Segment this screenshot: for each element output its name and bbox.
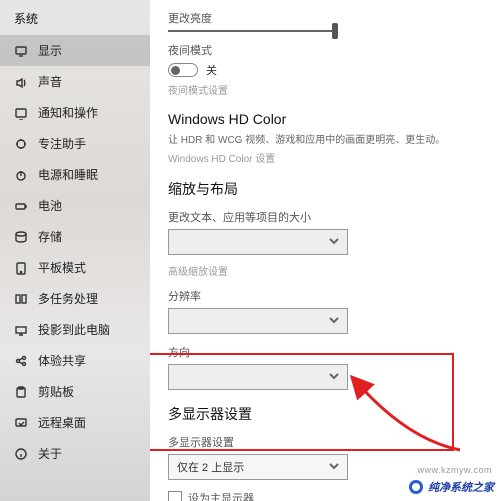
advanced-scale-link[interactable]: 高级缩放设置 xyxy=(168,263,482,278)
hd-color-desc: 让 HDR 和 WCG 视频、游戏和应用中的画面更明亮、更生动。 xyxy=(168,133,482,148)
notification-icon xyxy=(14,106,28,120)
sound-icon xyxy=(14,75,28,89)
settings-content: 更改亮度 夜间模式 关 夜间模式设置 Windows HD Color 让 HD… xyxy=(150,0,500,501)
resolution-dropdown[interactable] xyxy=(168,308,348,334)
multitask-icon xyxy=(14,292,28,306)
night-mode-toggle[interactable] xyxy=(168,63,198,77)
watermark-logo-icon xyxy=(408,479,424,495)
chevron-down-icon xyxy=(329,371,339,384)
sidebar-item-label: 电源和睡眠 xyxy=(38,166,98,183)
sidebar-item-battery[interactable]: 电池 xyxy=(0,190,150,221)
night-mode-state: 关 xyxy=(206,62,217,78)
about-icon xyxy=(14,447,28,461)
watermark-url: www.kzmyw.com xyxy=(417,465,492,475)
hd-color-settings-link[interactable]: Windows HD Color 设置 xyxy=(168,150,482,165)
display-icon xyxy=(14,44,28,58)
sidebar-item-label: 投影到此电脑 xyxy=(38,321,110,338)
sidebar-item-remote[interactable]: 远程桌面 xyxy=(0,407,150,438)
multi-display-sub: 多显示器设置 xyxy=(168,434,482,450)
brightness-label: 更改亮度 xyxy=(168,10,482,26)
sidebar-item-label: 平板模式 xyxy=(38,259,86,276)
chevron-down-icon xyxy=(329,315,339,328)
sidebar-item-label: 显示 xyxy=(38,42,62,59)
night-mode-settings-link[interactable]: 夜间模式设置 xyxy=(168,82,482,97)
sidebar-item-label: 剪贴板 xyxy=(38,383,74,400)
sidebar-item-label: 声音 xyxy=(38,73,62,90)
orientation-label: 方向 xyxy=(168,344,482,360)
focus-icon xyxy=(14,137,28,151)
chevron-down-icon xyxy=(329,236,339,249)
sidebar-item-clipboard[interactable]: 剪贴板 xyxy=(0,376,150,407)
settings-sidebar: 系统 显示声音通知和操作专注助手电源和睡眠电池存储平板模式多任务处理投影到此电脑… xyxy=(0,0,150,501)
scale-layout-title: 缩放与布局 xyxy=(168,179,482,199)
sidebar-category-title: 系统 xyxy=(0,4,150,35)
sidebar-item-focus[interactable]: 专注助手 xyxy=(0,128,150,159)
sidebar-item-power[interactable]: 电源和睡眠 xyxy=(0,159,150,190)
storage-icon xyxy=(14,230,28,244)
sidebar-item-tablet[interactable]: 平板模式 xyxy=(0,252,150,283)
multi-display-value: 仅在 2 上显示 xyxy=(177,459,244,475)
resolution-label: 分辨率 xyxy=(168,288,482,304)
night-mode-title: 夜间模式 xyxy=(168,42,482,58)
sidebar-item-about[interactable]: 关于 xyxy=(0,438,150,469)
power-icon xyxy=(14,168,28,182)
main-display-checkbox[interactable] xyxy=(168,491,182,501)
project-icon xyxy=(14,323,28,337)
brightness-slider[interactable] xyxy=(168,30,338,32)
remote-icon xyxy=(14,416,28,430)
sidebar-item-multitask[interactable]: 多任务处理 xyxy=(0,283,150,314)
scale-dropdown[interactable] xyxy=(168,229,348,255)
sidebar-item-notification[interactable]: 通知和操作 xyxy=(0,97,150,128)
watermark: 纯净系统之家 xyxy=(408,479,494,495)
sidebar-item-display[interactable]: 显示 xyxy=(0,35,150,66)
sidebar-item-label: 多任务处理 xyxy=(38,290,98,307)
multi-display-dropdown[interactable]: 仅在 2 上显示 xyxy=(168,454,348,480)
sidebar-item-project[interactable]: 投影到此电脑 xyxy=(0,314,150,345)
main-display-label: 设为主显示器 xyxy=(188,490,254,501)
scale-sub-label: 更改文本、应用等项目的大小 xyxy=(168,209,482,225)
sidebar-item-label: 通知和操作 xyxy=(38,104,98,121)
sidebar-item-share[interactable]: 体验共享 xyxy=(0,345,150,376)
hd-color-title: Windows HD Color xyxy=(168,111,482,127)
sidebar-item-label: 体验共享 xyxy=(38,352,86,369)
sidebar-item-sound[interactable]: 声音 xyxy=(0,66,150,97)
clipboard-icon xyxy=(14,385,28,399)
battery-icon xyxy=(14,199,28,213)
tablet-icon xyxy=(14,261,28,275)
chevron-down-icon xyxy=(329,461,339,474)
sidebar-item-label: 关于 xyxy=(38,445,62,462)
sidebar-item-label: 远程桌面 xyxy=(38,414,86,431)
sidebar-item-label: 专注助手 xyxy=(38,135,86,152)
sidebar-item-label: 电池 xyxy=(38,197,62,214)
watermark-text: 纯净系统之家 xyxy=(428,479,494,495)
sidebar-item-storage[interactable]: 存储 xyxy=(0,221,150,252)
share-icon xyxy=(14,354,28,368)
sidebar-item-label: 存储 xyxy=(38,228,62,245)
multi-display-title: 多显示器设置 xyxy=(168,404,482,424)
orientation-dropdown[interactable] xyxy=(168,364,348,390)
